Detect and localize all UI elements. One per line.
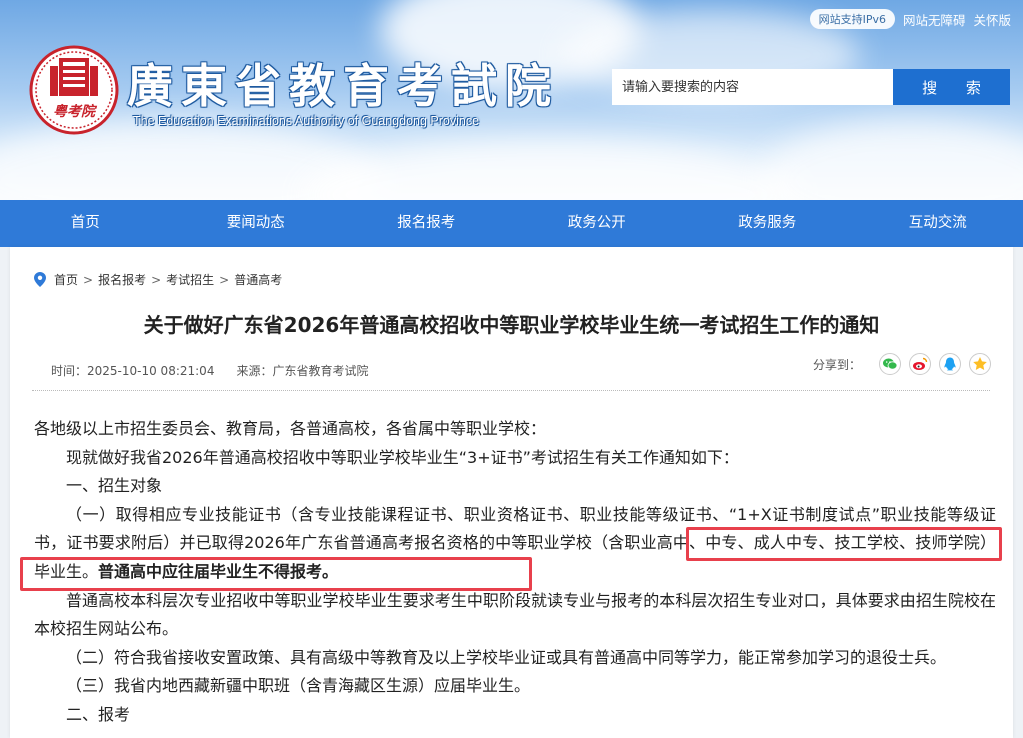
share-label: 分享到： <box>812 357 861 372</box>
breadcrumb-gaokao[interactable]: 普通高考 <box>234 271 282 288</box>
breadcrumb-separator: > <box>219 272 230 287</box>
breadcrumb-home[interactable]: 首页 <box>54 271 78 288</box>
ipv6-badge: 网站支持IPv6 <box>809 9 895 29</box>
accessibility-link[interactable]: 网站无障碍 <box>903 10 966 29</box>
share-bar: 分享到： <box>813 353 991 375</box>
breadcrumb-registration[interactable]: 报名报考 <box>98 271 146 288</box>
wechat-share-icon[interactable] <box>879 353 901 375</box>
nav-item-services[interactable]: 政务服务 <box>682 200 853 247</box>
paragraph-target-3: （三）我省内地西藏新疆中职班（含青海藏区生源）应届毕业生。 <box>66 676 531 696</box>
nav-item-interaction[interactable]: 互动交流 <box>853 200 1023 247</box>
article-meta: 时间：2025-10-10 08:21:04 来源：广东省教育考试院 <box>51 362 368 379</box>
paragraph-salutation: 各地级以上市招生委员会、教育局，各普通高校，各省属中等职业学校： <box>34 419 547 438</box>
breadcrumb: 首页 > 报名报考 > 考试招生 > 普通高考 <box>34 271 282 288</box>
qzone-share-icon[interactable] <box>969 353 991 375</box>
nav-item-registration[interactable]: 报名报考 <box>341 200 512 247</box>
section-heading-registration: 二、报考 <box>66 704 131 724</box>
breadcrumb-separator: > <box>83 272 94 287</box>
section-heading-recruitment-targets: 一、招生对象 <box>66 476 163 496</box>
nav-item-news[interactable]: 要闻动态 <box>171 200 342 247</box>
nav-item-home[interactable]: 首页 <box>0 200 171 247</box>
svg-text:粤考院: 粤考院 <box>53 103 98 120</box>
target-1-emphasis: 普通高中应往届毕业生不得报考。 <box>98 561 339 581</box>
site-subtitle: The Education Examinations Authority of … <box>133 114 480 128</box>
breadcrumb-exam-admission[interactable]: 考试招生 <box>166 271 214 288</box>
article-body: 各地级以上市招生委员会、教育局，各普通高校，各省属中等职业学校： 现就做好我省2… <box>34 415 996 730</box>
search-input[interactable] <box>612 69 894 105</box>
article-title: 关于做好广东省2026年普通高校招收中等职业学校毕业生统一考试招生工作的通知 <box>143 313 880 337</box>
site-title[interactable]: 廣東省教育考試院 <box>127 50 559 116</box>
site-header: 网站支持IPv6 网站无障碍 关怀版 粤考院 廣東省教育考試院 The Educ… <box>0 0 1023 200</box>
publish-time: 时间：2025-10-10 08:21:04 <box>51 364 215 378</box>
location-pin-icon <box>34 272 46 287</box>
top-links: 网站支持IPv6 网站无障碍 关怀版 <box>809 9 1011 29</box>
qq-share-icon[interactable] <box>939 353 961 375</box>
breadcrumb-separator: > <box>151 272 162 287</box>
article-panel: 首页 > 报名报考 > 考试招生 > 普通高考 关于做好广东省2026年普通高校… <box>10 247 1013 738</box>
search-button[interactable]: 搜 索 <box>893 69 1010 105</box>
logo-seal-icon: 粤考院 <box>29 45 119 135</box>
nav-item-public-affairs[interactable]: 政务公开 <box>512 200 683 247</box>
paragraph-undergrad-requirement: 普通高校本科层次专业招收中等职业学校毕业生要求考生中职阶段就读专业与报考的本科层… <box>34 590 996 639</box>
meta-divider <box>32 390 990 391</box>
article-source: 来源：广东省教育考试院 <box>236 364 369 378</box>
paragraph-target-2: （二）符合我省接收安置政策、具有高级中等教育及以上学校毕业证或具有普通高中同等学… <box>66 647 947 667</box>
weibo-share-icon[interactable] <box>909 353 931 375</box>
main-nav: 首页 要闻动态 报名报考 政务公开 政务服务 互动交流 <box>0 200 1023 247</box>
paragraph-intro: 现就做好我省2026年普通高校招收中等职业学校毕业生“3+证书”考试招生有关工作… <box>66 447 739 467</box>
care-mode-link[interactable]: 关怀版 <box>973 10 1011 29</box>
paragraph-target-1: （一）取得相应专业技能证书（含专业技能课程证书、职业资格证书、职业技能等级证书、… <box>34 501 996 587</box>
